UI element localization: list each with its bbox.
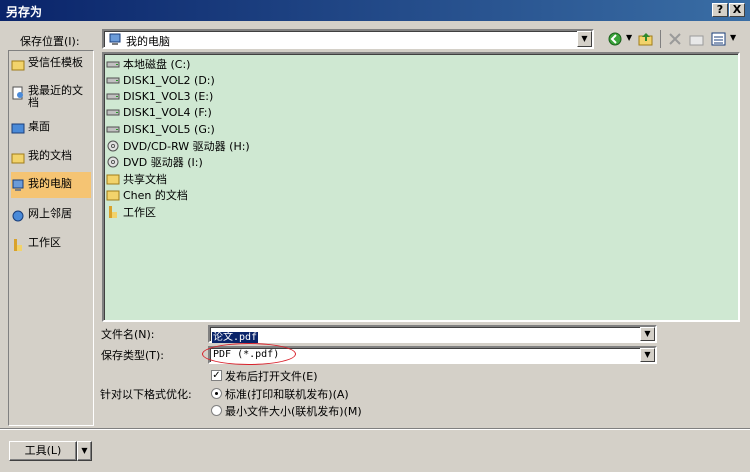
filetype-label: 保存类型(T): xyxy=(101,349,165,362)
drive-icon xyxy=(106,126,120,133)
dvd-drive-icon xyxy=(107,156,119,168)
sidebar-item-recent[interactable]: 我最近的文档 xyxy=(11,85,91,109)
list-item-label: 共享文档 xyxy=(123,173,167,186)
chevron-down-icon[interactable]: ▼ xyxy=(640,327,655,341)
sidebar-item-trusted-templates[interactable]: 受信任模板 xyxy=(11,57,91,72)
footer-divider xyxy=(0,428,750,430)
desktop-icon xyxy=(11,123,25,134)
list-item-label: Chen 的文档 xyxy=(123,189,188,202)
list-item-label: DVD/CD-RW 驱动器 (H:) xyxy=(123,140,250,153)
list-item[interactable]: DISK1_VOL4 (F:) xyxy=(106,104,212,120)
my-computer-icon xyxy=(109,33,121,45)
list-item-label: DVD 驱动器 (I:) xyxy=(123,156,203,169)
network-icon xyxy=(12,210,24,222)
optimize-label: 针对以下格式优化: xyxy=(100,388,192,401)
back-dropdown-icon[interactable]: ▼ xyxy=(626,33,632,42)
open-after-publish-checkbox[interactable]: ✓ xyxy=(211,370,222,381)
list-item-label: DISK1_VOL4 (F:) xyxy=(123,105,212,119)
filename-label: 文件名(N): xyxy=(101,328,155,341)
sidebar-item-label: 网上邻居 xyxy=(28,207,72,220)
save-location-select[interactable]: 我的电脑 ▼ xyxy=(102,29,594,49)
sidebar-item-label: 我最近的文档 xyxy=(28,84,83,109)
sidebar-item-label: 桌面 xyxy=(28,120,50,133)
my-computer-icon xyxy=(12,179,24,191)
sidebar-item-my-documents[interactable]: 我的文档 xyxy=(11,150,91,165)
back-icon[interactable] xyxy=(607,31,623,47)
filename-input[interactable]: 论文.pdf ▼ xyxy=(208,325,657,343)
save-location-label: 保存位置(I): xyxy=(20,35,80,48)
list-item-label: DISK1_VOL2 (D:) xyxy=(123,73,215,87)
toolbar-divider xyxy=(660,30,661,48)
drive-icon xyxy=(106,93,120,100)
dvd-drive-icon xyxy=(107,140,119,152)
list-item[interactable]: DISK1_VOL5 (G:) xyxy=(106,121,215,137)
list-item[interactable]: DISK1_VOL2 (D:) xyxy=(106,72,215,88)
optimize-standard-radio[interactable] xyxy=(211,388,222,399)
highlight-annotation xyxy=(202,343,296,365)
tools-dropdown-icon[interactable]: ▼ xyxy=(77,441,92,461)
help-button[interactable]: ? xyxy=(712,3,728,17)
list-item[interactable]: 工作区 xyxy=(106,204,156,220)
views-icon[interactable] xyxy=(711,31,727,47)
drive-icon xyxy=(106,109,120,116)
sidebar-item-network[interactable]: 网上邻居 xyxy=(11,208,91,223)
list-item[interactable]: DISK1_VOL3 (E:) xyxy=(106,88,213,104)
new-folder-icon[interactable] xyxy=(689,31,705,47)
sidebar-item-my-computer[interactable]: 我的电脑 xyxy=(11,172,91,198)
list-item[interactable]: 共享文档 xyxy=(106,171,167,187)
list-item-label: 本地磁盘 (C:) xyxy=(123,58,191,71)
workspace-icon xyxy=(109,206,117,218)
sidebar-item-label: 受信任模板 xyxy=(28,56,83,69)
save-location-value: 我的电脑 xyxy=(126,35,170,48)
my-documents-icon xyxy=(11,153,25,164)
close-button[interactable]: X xyxy=(729,3,745,17)
tools-button-label: 工具(L) xyxy=(24,444,62,457)
views-dropdown-icon[interactable]: ▼ xyxy=(730,33,736,42)
sidebar-item-label: 我的文档 xyxy=(28,149,72,162)
places-bar: 受信任模板 我最近的文档 桌面 我的文档 我的电脑 网上邻居 工作区 xyxy=(8,50,94,426)
optimize-standard-label: 标准(打印和联机发布)(A) xyxy=(225,388,349,401)
list-item[interactable]: 本地磁盘 (C:) xyxy=(106,56,190,72)
file-list[interactable]: 本地磁盘 (C:) DISK1_VOL2 (D:) DISK1_VOL3 (E:… xyxy=(102,52,740,322)
sidebar-item-label: 工作区 xyxy=(28,236,61,249)
open-after-publish-label: 发布后打开文件(E) xyxy=(225,370,318,383)
drive-icon xyxy=(106,77,120,84)
list-item[interactable]: Chen 的文档 xyxy=(106,187,188,203)
tools-button[interactable]: 工具(L) xyxy=(9,441,77,461)
folder-icon xyxy=(106,190,120,201)
chevron-down-icon[interactable]: ▼ xyxy=(577,31,592,47)
list-item[interactable]: DVD 驱动器 (I:) xyxy=(106,154,203,170)
sidebar-item-desktop[interactable]: 桌面 xyxy=(11,121,91,136)
workspace-icon xyxy=(14,239,22,251)
filename-value: 论文.pdf xyxy=(212,332,259,343)
title-bar: 另存为 xyxy=(0,0,750,21)
list-item[interactable]: DVD/CD-RW 驱动器 (H:) xyxy=(106,138,250,154)
folder-icon xyxy=(106,174,120,185)
optimize-minimum-radio[interactable] xyxy=(211,405,222,416)
up-folder-icon[interactable] xyxy=(638,31,654,47)
sidebar-item-workspace[interactable]: 工作区 xyxy=(11,237,91,252)
folder-icon xyxy=(11,60,25,71)
drive-icon xyxy=(106,61,120,68)
list-item-label: 工作区 xyxy=(123,206,156,219)
delete-icon[interactable] xyxy=(667,31,683,47)
list-item-label: DISK1_VOL3 (E:) xyxy=(123,89,214,103)
chevron-down-icon[interactable]: ▼ xyxy=(640,348,655,362)
sidebar-item-label: 我的电脑 xyxy=(28,177,72,190)
window-title: 另存为 xyxy=(6,5,43,19)
optimize-minimum-label: 最小文件大小(联机发布)(M) xyxy=(225,405,362,418)
recent-docs-icon xyxy=(12,86,23,100)
list-item-label: DISK1_VOL5 (G:) xyxy=(123,122,215,136)
